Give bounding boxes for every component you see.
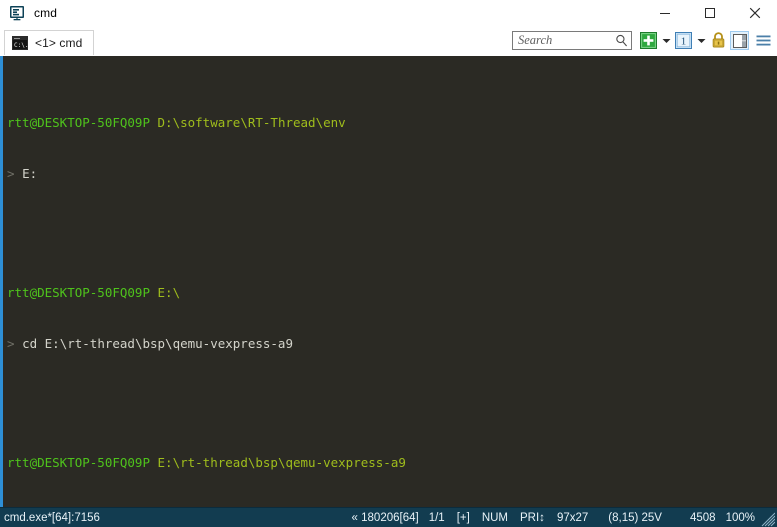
status-size: 97x27 [551,512,594,524]
command-line: > E: [3,165,777,182]
search-input[interactable] [513,32,614,49]
command-text: E: [22,166,37,181]
close-button[interactable] [732,0,777,26]
status-bar: cmd.exe*[64]:7156 « 180206[64] 1/1 [+] N… [0,507,777,527]
admin-lock-button[interactable] [709,31,728,50]
prompt-chevron: > [7,336,15,351]
tab-label: <1> cmd [35,36,82,50]
title-bar: cmd [0,0,777,26]
prompt-user: rtt@DESKTOP-50FQ09P [7,455,150,470]
active-console-dropdown[interactable] [695,31,707,50]
console-tab-icon: C:\. [12,36,28,50]
new-console-dropdown[interactable] [660,31,672,50]
command-text: cd E:\rt-thread\bsp\qemu-vexpress-a9 [22,336,293,351]
console-app-icon [8,4,26,22]
svg-text:1: 1 [681,36,687,48]
active-console-button[interactable]: 1 [674,31,693,50]
svg-text:C:\.: C:\. [14,42,28,49]
resize-grip[interactable] [759,508,775,527]
status-numlock: NUM [476,512,514,524]
terminal-panel[interactable]: rtt@DESKTOP-50FQ09P D:\software\RT-Threa… [0,56,777,507]
tab-list: C:\. <1> cmd [0,26,94,55]
toggle-panel-button[interactable] [730,31,749,50]
blank-line [3,386,777,403]
prompt-chevron: > [7,166,15,181]
prompt-user: rtt@DESKTOP-50FQ09P [7,115,150,130]
prompt-path: D:\software\RT-Thread\env [158,115,346,130]
status-buffer: [+] [451,512,476,524]
terminal-output[interactable]: rtt@DESKTOP-50FQ09P D:\software\RT-Threa… [3,56,777,507]
window-controls [642,0,777,26]
search-box[interactable] [512,31,632,50]
prompt-line: rtt@DESKTOP-50FQ09P E:\ [3,284,777,301]
maximize-button[interactable] [687,0,732,26]
prompt-path: E:\rt-thread\bsp\qemu-vexpress-a9 [158,455,406,470]
status-version: « 180206[64] [348,512,423,524]
tab-strip: C:\. <1> cmd [0,26,777,56]
status-priority: PRI↕ [514,512,551,524]
main-menu-button[interactable] [753,31,773,50]
status-pages: 1/1 [423,512,451,524]
tab-console-1[interactable]: C:\. <1> cmd [4,30,94,55]
conemu-window: cmd C:\. [0,0,777,527]
minimize-button[interactable] [642,0,687,26]
search-icon[interactable] [615,34,628,47]
prompt-path: E:\ [158,285,181,300]
prompt-line: rtt@DESKTOP-50FQ09P E:\rt-thread\bsp\qem… [3,454,777,471]
blank-line [3,216,777,233]
toolbar: 1 [512,26,777,55]
status-cells: « 180206[64] 1/1 [+] NUM PRI↕ 97x27 (8,1… [348,508,777,527]
status-process: cmd.exe*[64]:7156 [0,512,100,524]
command-line: > cd E:\rt-thread\bsp\qemu-vexpress-a9 [3,335,777,352]
status-cursor-pos: (8,15) 25V [594,512,674,524]
new-console-button[interactable] [639,31,658,50]
prompt-user: rtt@DESKTOP-50FQ09P [7,285,150,300]
status-zoom: 100% [722,512,759,524]
window-title: cmd [34,0,642,26]
prompt-line: rtt@DESKTOP-50FQ09P D:\software\RT-Threa… [3,114,777,131]
status-memory: 4508 [674,512,722,524]
